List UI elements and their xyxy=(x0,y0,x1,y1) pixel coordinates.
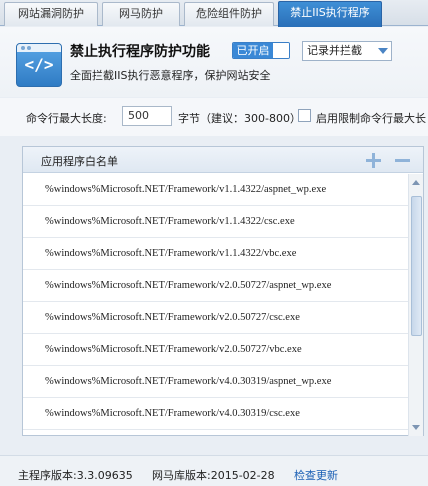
unit-hint: 字节（建议：300-800） xyxy=(178,112,301,125)
db-version: 网马库版本:2015-02-28 xyxy=(152,469,275,482)
tab-block-iis-exec[interactable]: 禁止IIS执行程序 xyxy=(278,1,382,27)
scrollbar[interactable] xyxy=(408,174,423,436)
check-update-link[interactable]: 检查更新 xyxy=(294,467,338,483)
list-item[interactable]: %windows%Microsoft.NET/Framework/v2.0.50… xyxy=(23,270,409,302)
add-icon[interactable] xyxy=(366,153,381,168)
mode-select-value: 记录并拦截 xyxy=(307,44,362,57)
list-item[interactable]: %windows%Microsoft.NET/Framework/v2.0.50… xyxy=(23,302,409,334)
scroll-up-icon[interactable] xyxy=(412,180,420,185)
remove-icon[interactable] xyxy=(395,159,410,162)
tab-website-vuln[interactable]: 网站漏洞防护 xyxy=(4,2,98,26)
feature-description: 全面拦截IIS执行恶意程序，保护网站安全 xyxy=(70,69,271,82)
feature-header: </> 禁止执行程序防护功能 已开启 记录并拦截 全面拦截IIS执行恶意程序，保… xyxy=(0,27,428,97)
limit-length-checkbox[interactable] xyxy=(298,109,311,122)
whitelist-list: %windows%Microsoft.NET/Framework/v1.1.43… xyxy=(23,174,409,436)
program-version: 主程序版本:3.3.09635 xyxy=(18,469,133,482)
list-item[interactable]: %windows%Microsoft.NET/Framework/v1.1.43… xyxy=(23,238,409,270)
code-glyph: </> xyxy=(24,55,54,74)
max-length-input[interactable]: 500 xyxy=(122,106,172,126)
scroll-down-icon[interactable] xyxy=(412,425,420,430)
tab-webshell[interactable]: 网马防护 xyxy=(102,2,180,26)
whitelist-panel: 应用程序白名单 %windows%Microsoft.NET/Framework… xyxy=(22,146,424,436)
list-item[interactable]: %windows%Microsoft.NET/Framework/v4.0.30… xyxy=(23,366,409,398)
whitelist-header: 应用程序白名单 xyxy=(23,147,423,173)
feature-title: 禁止执行程序防护功能 xyxy=(70,44,210,60)
status-footer: 主程序版本:3.3.09635 网马库版本:2015-02-28 检查更新 xyxy=(0,455,428,486)
chevron-down-icon xyxy=(378,48,388,54)
list-item[interactable]: %windows%Microsoft.NET/Framework/v2.0.50… xyxy=(23,334,409,366)
max-length-label: 命令行最大长度: xyxy=(26,112,107,125)
code-window-icon: </> xyxy=(16,43,62,87)
tab-bar: 网站漏洞防护 网马防护 危险组件防护 禁止IIS执行程序 xyxy=(0,0,428,27)
options-row: 命令行最大长度: 500 字节（建议：300-800） 启用限制命令行最大长 xyxy=(0,98,428,136)
list-item[interactable]: %windows%Microsoft.NET/Framework/v1.1.43… xyxy=(23,206,409,238)
whitelist-title: 应用程序白名单 xyxy=(41,155,118,168)
scroll-thumb[interactable] xyxy=(411,196,422,336)
status-toggle[interactable]: 已开启 xyxy=(232,42,290,59)
limit-length-label: 启用限制命令行最大长 xyxy=(316,112,426,125)
tab-dangerous-component[interactable]: 危险组件防护 xyxy=(184,2,274,26)
status-badge: 已开启 xyxy=(233,43,273,58)
mode-select[interactable]: 记录并拦截 xyxy=(302,41,392,61)
list-item[interactable]: %windows%Microsoft.NET/Framework/v1.1.43… xyxy=(23,174,409,206)
list-item[interactable]: %windows%Microsoft.NET/Framework/v4.0.30… xyxy=(23,398,409,430)
